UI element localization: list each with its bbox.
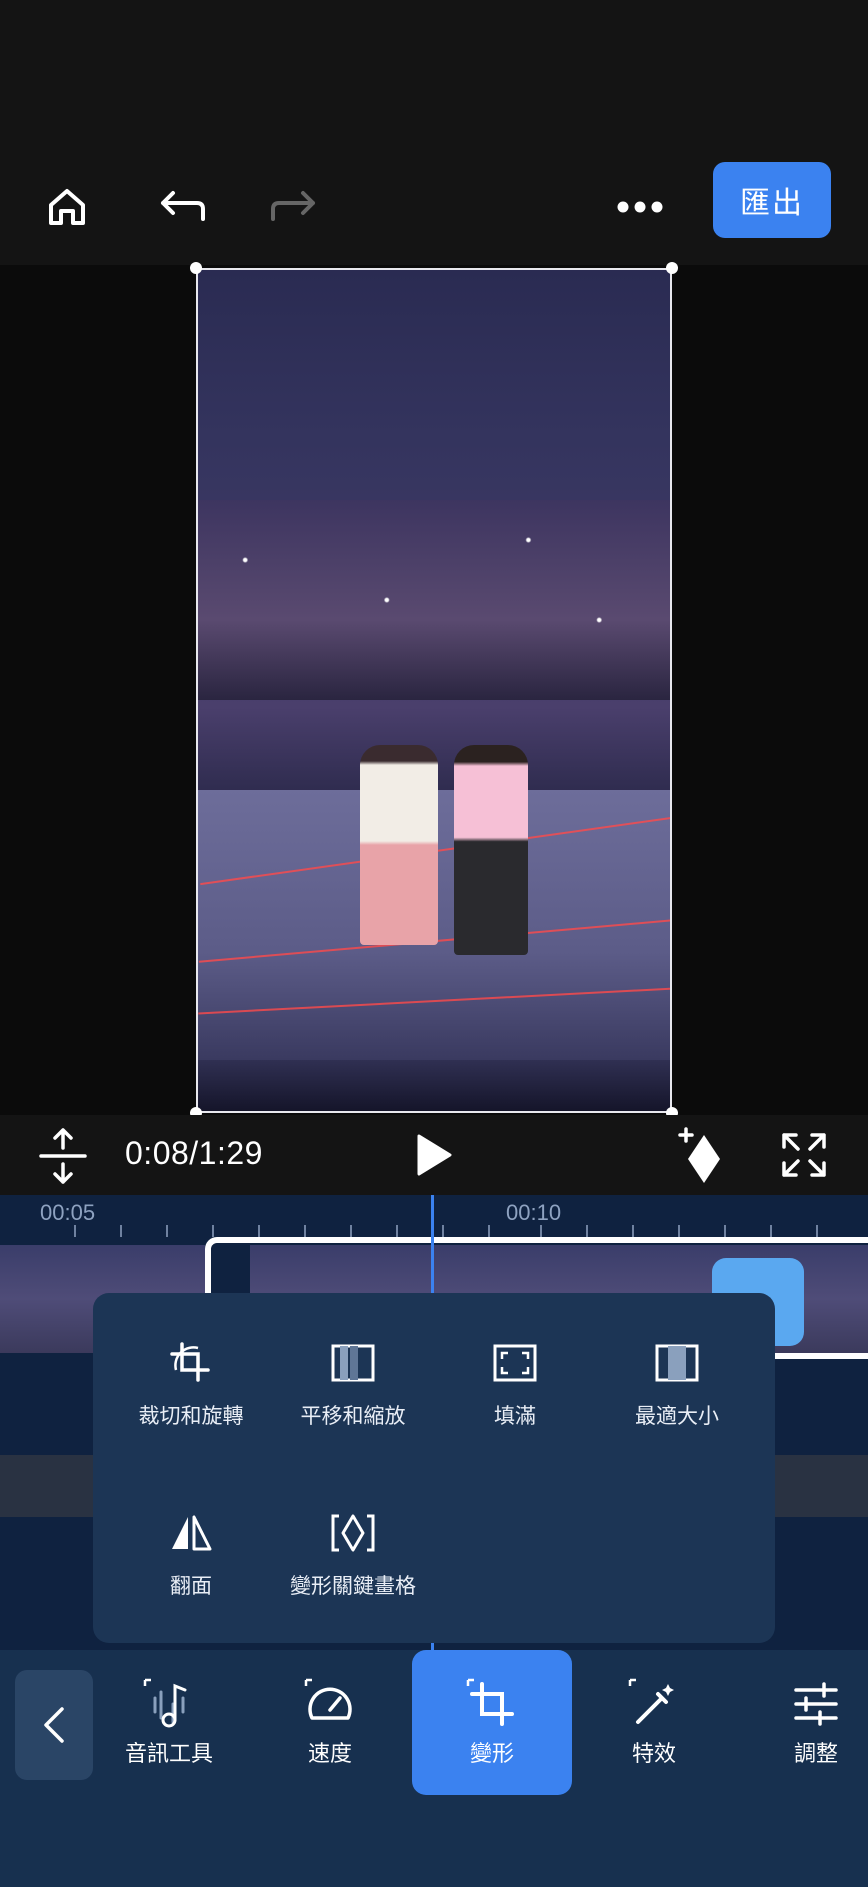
crop-rotate-icon (166, 1338, 216, 1388)
tool-speed[interactable]: 速度 (250, 1650, 410, 1795)
fit-label: 最適大小 (635, 1404, 719, 1428)
pan-zoom-icon (328, 1338, 378, 1388)
audio-tools-icon (143, 1678, 195, 1730)
add-keyframe-icon[interactable] (676, 1127, 726, 1185)
fit-icon (652, 1338, 702, 1388)
resize-handle[interactable] (666, 262, 678, 274)
time-display: 0:08/1:29 (125, 1135, 263, 1171)
export-button[interactable]: 匯出 (713, 162, 831, 238)
top-toolbar: 匯出 (0, 140, 868, 265)
chevron-left-icon (44, 1707, 64, 1743)
home-icon[interactable] (37, 177, 97, 237)
ruler-tick (396, 1225, 398, 1237)
ruler-tick (678, 1225, 680, 1237)
bottom-toolbar: 音訊工具 速度 變形 特效 調整 (0, 1650, 868, 1887)
ruler-tick (488, 1225, 490, 1237)
ruler-tick (258, 1225, 260, 1237)
tool-adjust-label: 調整 (793, 1742, 838, 1767)
ruler-tick (724, 1225, 726, 1237)
tool-audio[interactable]: 音訊工具 (89, 1650, 249, 1795)
preview-area (0, 262, 868, 1119)
tool-speed-label: 速度 (307, 1742, 352, 1767)
performer-right (454, 745, 528, 955)
pan-zoom-button[interactable]: 平移和縮放 (268, 1338, 438, 1430)
pan-zoom-label: 平移和縮放 (300, 1404, 406, 1428)
flip-button[interactable]: 翻面 (106, 1508, 276, 1600)
fill-label: 填滿 (494, 1404, 536, 1428)
play-button[interactable] (413, 1133, 453, 1177)
tool-transform-label: 變形 (469, 1742, 514, 1767)
transform-icon (466, 1678, 518, 1730)
track-height-icon[interactable] (37, 1128, 89, 1184)
ruler-tick (770, 1225, 772, 1237)
tool-transform[interactable]: 變形 (412, 1650, 572, 1795)
ruler-tick (540, 1225, 542, 1237)
video-preview[interactable] (196, 268, 672, 1113)
undo-icon[interactable] (152, 177, 212, 237)
flip-icon (166, 1508, 216, 1558)
ruler-tick (74, 1225, 76, 1237)
ruler-tick (442, 1225, 444, 1237)
fill-button[interactable]: 填滿 (430, 1338, 600, 1430)
crop-rotate-button[interactable]: 裁切和旋轉 (106, 1338, 276, 1430)
performer-left (360, 745, 438, 945)
ruler-tick (166, 1225, 168, 1237)
speed-icon (304, 1678, 356, 1730)
ruler-label: 00:10 (506, 1200, 562, 1225)
ruler-tick (350, 1225, 352, 1237)
resize-handle[interactable] (190, 262, 202, 274)
crop-rotate-label: 裁切和旋轉 (138, 1404, 244, 1428)
effects-icon (628, 1678, 680, 1730)
ruler-label: 00:05 (40, 1200, 96, 1225)
more-icon[interactable] (610, 177, 670, 237)
ruler-tick (816, 1225, 818, 1237)
crowd-image (198, 500, 670, 700)
ruler-tick (120, 1225, 122, 1237)
transform-keyframe-button[interactable]: 變形關鍵畫格 (268, 1508, 438, 1600)
tool-adjust[interactable]: 調整 (736, 1650, 868, 1795)
ruler-tick (304, 1225, 306, 1237)
ruler-tick (632, 1225, 634, 1237)
ruler-tick (212, 1225, 214, 1237)
fill-icon (490, 1338, 540, 1388)
tool-effects-label: 特效 (631, 1742, 676, 1767)
adjust-icon (790, 1678, 842, 1730)
redo-icon[interactable] (264, 177, 324, 237)
fit-button[interactable]: 最適大小 (592, 1338, 762, 1430)
transform-keyframe-label: 變形關鍵畫格 (290, 1574, 416, 1598)
playback-bar: 0:08/1:29 (0, 1115, 868, 1195)
transform-menu: 裁切和旋轉 平移和縮放 填滿 最適大小 翻面 變形關鍵畫格 (93, 1293, 775, 1643)
tool-audio-label: 音訊工具 (124, 1742, 213, 1767)
ruler-tick (586, 1225, 588, 1237)
tool-effects[interactable]: 特效 (574, 1650, 734, 1795)
back-button[interactable] (15, 1670, 93, 1780)
transform-keyframe-icon (328, 1508, 378, 1558)
fullscreen-icon[interactable] (780, 1131, 828, 1179)
flip-label: 翻面 (170, 1574, 212, 1598)
